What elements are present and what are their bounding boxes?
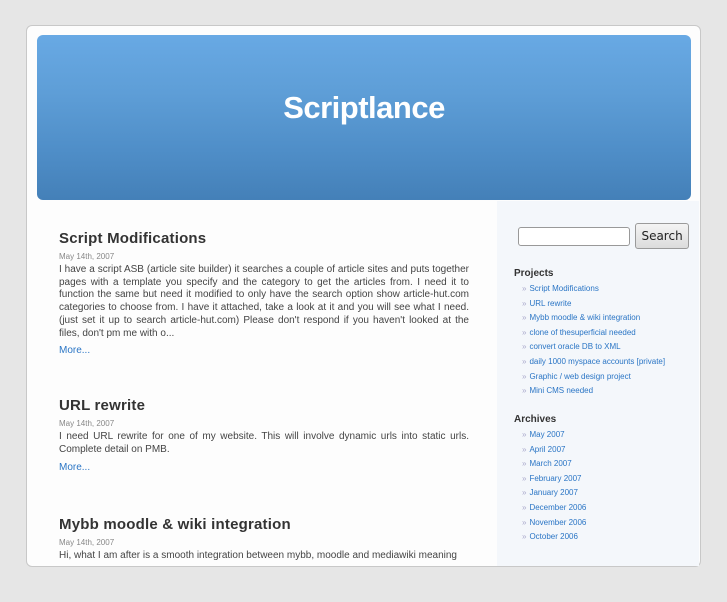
list-item: » Mini CMS needed — [522, 384, 665, 399]
list-item: » February 2007 — [522, 472, 586, 487]
list-item: » January 2007 — [522, 486, 586, 501]
archives-widget: Archives » May 2007 » April 2007 » March 20… — [514, 414, 586, 545]
list-item: » Mybb moodle & wiki integration — [522, 311, 665, 326]
archive-link[interactable]: February 2007 — [529, 474, 581, 483]
archive-link[interactable]: January 2007 — [529, 488, 577, 497]
archive-link[interactable]: March 2007 — [529, 459, 571, 468]
more-link[interactable]: More... — [59, 461, 90, 474]
bullet-icon: » — [522, 327, 527, 337]
project-link[interactable]: Mybb moodle & wiki integration — [529, 313, 640, 322]
archive-link[interactable]: April 2007 — [529, 445, 565, 454]
bullet-icon: » — [522, 459, 527, 469]
bullet-icon: » — [522, 371, 527, 381]
bullet-icon: » — [522, 430, 527, 439]
bullet-icon: » — [522, 444, 527, 454]
archive-link[interactable]: May 2007 — [529, 430, 564, 439]
sidebar: Search Projects » Script Modifications » U… — [497, 201, 699, 566]
list-item: » May 2007 — [522, 428, 586, 443]
bullet-icon: » — [522, 517, 527, 527]
more-link[interactable]: More... — [59, 344, 90, 357]
bullet-icon: » — [522, 488, 527, 498]
post-title-link[interactable]: URL rewrite — [59, 397, 145, 414]
archives-heading: Archives — [514, 414, 557, 425]
search-button[interactable]: Search — [635, 223, 689, 249]
project-link[interactable]: daily 1000 myspace accounts [private] — [529, 357, 665, 366]
archive-link[interactable]: December 2006 — [529, 503, 586, 512]
post-list: Script Modifications May 14th, 2007 I ha… — [59, 229, 469, 602]
post: Script Modifications May 14th, 2007 I ha… — [59, 229, 469, 358]
list-item: » daily 1000 myspace accounts [private] — [522, 355, 665, 370]
post-date: May 14th, 2007 — [59, 537, 115, 547]
post-excerpt: Hi, what I am after is a smooth integrat… — [59, 549, 457, 561]
bullet-icon: » — [522, 284, 527, 293]
project-link[interactable]: Mini CMS needed — [529, 386, 593, 395]
post: Mybb moodle & wiki integration May 14th,… — [59, 515, 469, 563]
list-item: » November 2006 — [522, 516, 586, 531]
project-link[interactable]: Script Modifications — [529, 284, 598, 293]
page-container: Scriptlance Script Modifications May 14t… — [26, 25, 701, 567]
bullet-icon: » — [522, 473, 527, 483]
bullet-icon: » — [522, 532, 527, 542]
post-date: May 14th, 2007 — [59, 419, 115, 429]
project-link[interactable]: convert oracle DB to XML — [529, 342, 620, 351]
projects-list: » Script Modifications » URL rewrite » Mybb… — [514, 282, 665, 399]
list-item: » URL rewrite — [522, 297, 665, 312]
post: URL rewrite May 14th, 2007 I need URL re… — [59, 396, 469, 474]
list-item: » convert oracle DB to XML — [522, 340, 665, 355]
bullet-icon: » — [522, 502, 527, 512]
search-input[interactable] — [518, 226, 630, 246]
post-title: Mybb moodle & wiki integration — [59, 515, 469, 535]
archive-link[interactable]: November 2006 — [529, 518, 586, 527]
list-item: » December 2006 — [522, 501, 586, 516]
archives-list: » May 2007 » April 2007 » March 2007 » Febru… — [514, 428, 586, 545]
site-title-link[interactable]: Scriptlance — [37, 90, 691, 126]
bullet-icon: » — [522, 342, 527, 352]
project-link[interactable]: Graphic / web design project — [529, 372, 630, 381]
list-item: » March 2007 — [522, 457, 586, 472]
post-excerpt: I have a script ASB (article site builde… — [59, 264, 469, 339]
post-title-link[interactable]: Script Modifications — [59, 230, 206, 247]
bullet-icon: » — [522, 356, 527, 366]
list-item: » October 2006 — [522, 530, 586, 545]
bullet-icon: » — [522, 386, 527, 396]
post-title-link[interactable]: Mybb moodle & wiki integration — [59, 516, 291, 533]
post-date: May 14th, 2007 — [59, 252, 115, 261]
post-excerpt: I need URL rewrite for one of my website… — [59, 431, 469, 455]
list-item: » April 2007 — [522, 443, 586, 458]
bullet-icon: » — [522, 313, 527, 323]
project-link[interactable]: clone of thesuperficial needed — [529, 328, 635, 337]
list-item: » clone of thesuperficial needed — [522, 326, 665, 341]
post-title: URL rewrite — [59, 396, 469, 416]
bullet-icon: » — [522, 298, 527, 308]
projects-heading: Projects — [514, 268, 554, 279]
search-form: Search — [518, 223, 689, 249]
list-item: » Graphic / web design project — [522, 370, 665, 385]
project-link[interactable]: URL rewrite — [529, 299, 571, 308]
site-header: Scriptlance — [37, 35, 691, 200]
post-title: Script Modifications — [59, 229, 469, 249]
list-item: » Script Modifications — [522, 282, 665, 297]
projects-widget: Projects » Script Modifications » URL rewr… — [514, 268, 665, 399]
archive-link[interactable]: October 2006 — [529, 532, 577, 541]
